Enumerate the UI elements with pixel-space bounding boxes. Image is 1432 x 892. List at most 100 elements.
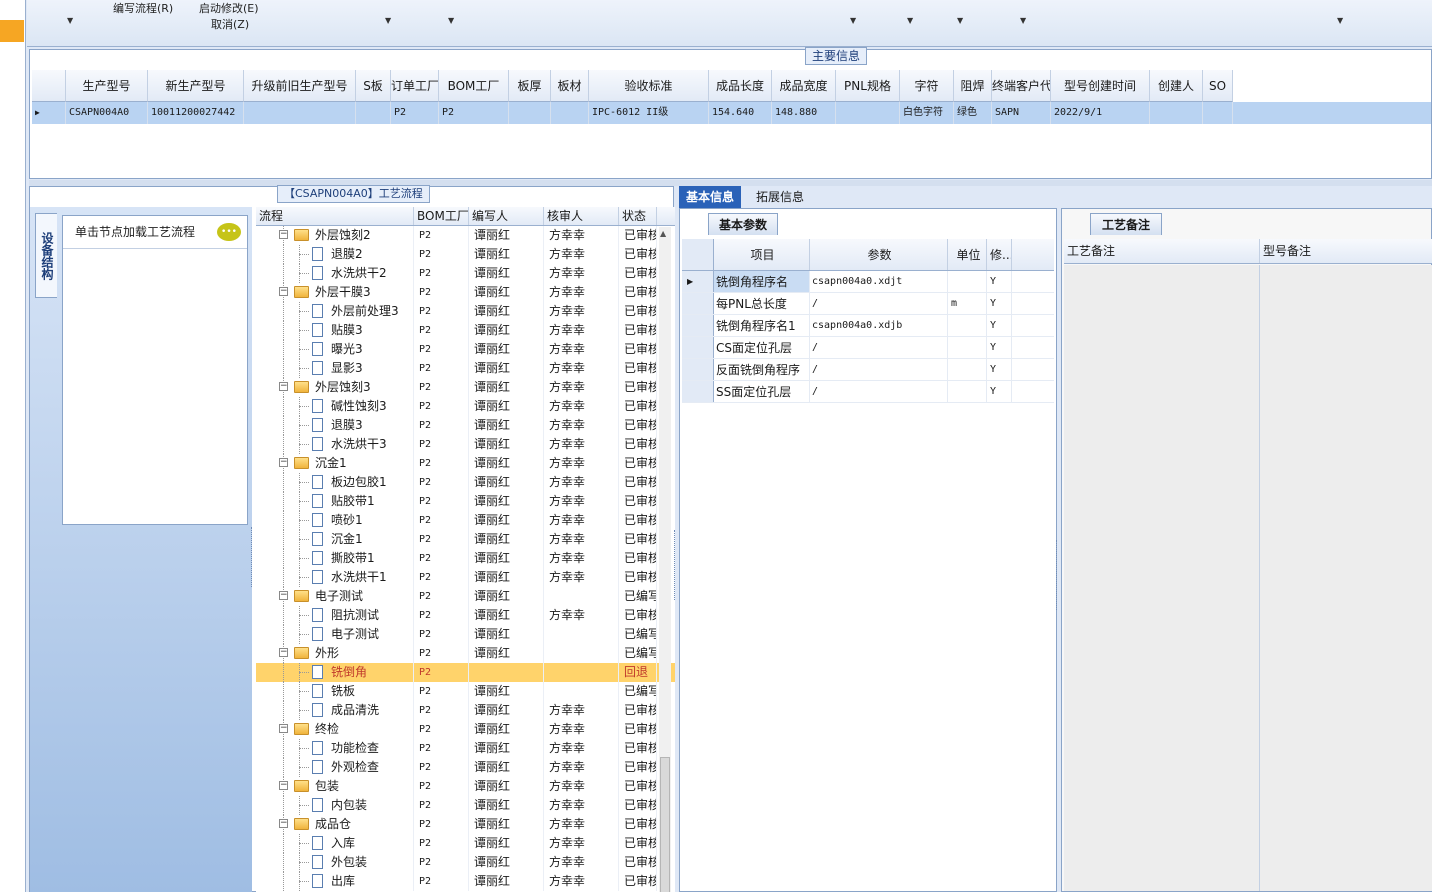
tree-col-header[interactable]: 状态	[619, 207, 657, 225]
start-modify-button[interactable]: 启动修改(E)	[199, 0, 259, 16]
main-col-header[interactable]: BOM工厂	[439, 70, 509, 102]
tree-row[interactable]: 显影3 P2 谭丽红 方幸幸 已审核	[256, 359, 675, 378]
param-unit-cell[interactable]	[948, 271, 987, 292]
main-data-cell[interactable]: CSAPN004A0	[66, 102, 148, 124]
main-data-cell[interactable]	[1203, 102, 1233, 124]
param-modify-cell[interactable]: Y	[987, 359, 1012, 380]
tree-row[interactable]: 功能检查 P2 谭丽红 方幸幸 已审核	[256, 739, 675, 758]
param-unit-cell[interactable]	[948, 359, 987, 380]
collapse-icon[interactable]: −	[279, 781, 288, 790]
main-col-header[interactable]: 字符	[900, 70, 954, 102]
tree-node[interactable]: 水洗烘干1	[256, 568, 414, 587]
splitter-grip[interactable]	[251, 527, 255, 587]
tree-node[interactable]: 外层前处理3	[256, 302, 414, 321]
scroll-thumb[interactable]	[660, 757, 670, 892]
collapse-icon[interactable]: −	[279, 230, 288, 239]
tree-row[interactable]: − 电子测试 P2 谭丽红 已编写	[256, 587, 675, 606]
row-indicator-icon[interactable]	[682, 315, 714, 336]
tree-row[interactable]: 贴膜3 P2 谭丽红 方幸幸 已审核	[256, 321, 675, 340]
tree-row[interactable]: − 沉金1 P2 谭丽红 方幸幸 已审核	[256, 454, 675, 473]
collapse-icon[interactable]: −	[279, 591, 288, 600]
model-notes-field[interactable]	[1260, 265, 1432, 891]
main-data-cell[interactable]	[551, 102, 589, 124]
scroll-up-icon[interactable]: ▲	[660, 229, 666, 238]
param-item-cell[interactable]: 每PNL总长度	[714, 293, 810, 314]
main-col-header[interactable]: 新生产型号	[148, 70, 244, 102]
main-col-header[interactable]: 阻焊	[954, 70, 992, 102]
col-param[interactable]: 参数	[810, 239, 948, 270]
param-modify-cell[interactable]: Y	[987, 271, 1012, 292]
main-col-header[interactable]: 板厚	[509, 70, 551, 102]
tree-row[interactable]: 外层前处理3 P2 谭丽红 方幸幸 已审核	[256, 302, 675, 321]
collapse-icon[interactable]: −	[279, 287, 288, 296]
row-indicator-icon[interactable]	[682, 293, 714, 314]
tree-row[interactable]: − 终检 P2 谭丽红 方幸幸 已审核	[256, 720, 675, 739]
tree-row[interactable]: 退膜2 P2 谭丽红 方幸幸 已审核	[256, 245, 675, 264]
param-unit-cell[interactable]	[948, 337, 987, 358]
param-item-cell[interactable]: 反面铣倒角程序	[714, 359, 810, 380]
dropdown-arrow-icon[interactable]: ▼	[448, 16, 454, 25]
tree-row[interactable]: 板边包胶1 P2 谭丽红 方幸幸 已审核	[256, 473, 675, 492]
tree-node[interactable]: 退膜2	[256, 245, 414, 264]
param-value-cell[interactable]: /	[810, 293, 948, 314]
tree-row[interactable]: 喷砂1 P2 谭丽红 方幸幸 已审核	[256, 511, 675, 530]
tree-row[interactable]: − 外层干膜3 P2 谭丽红 方幸幸 已审核	[256, 283, 675, 302]
row-indicator-icon[interactable]	[682, 359, 714, 380]
nav-active-marker[interactable]	[0, 20, 24, 42]
tree-node[interactable]: 电子测试	[256, 625, 414, 644]
collapse-icon[interactable]: −	[279, 648, 288, 657]
collapse-icon[interactable]: −	[279, 724, 288, 733]
tree-row[interactable]: 水洗烘干1 P2 谭丽红 方幸幸 已审核	[256, 568, 675, 587]
tree-node[interactable]: 喷砂1	[256, 511, 414, 530]
main-data-cell[interactable]: 10011200027442	[148, 102, 244, 124]
tree-row[interactable]: − 成品仓 P2 谭丽红 方幸幸 已审核	[256, 815, 675, 834]
tab-process-notes[interactable]: 工艺备注	[1090, 213, 1162, 235]
tree-col-header[interactable]: 编写人	[469, 207, 544, 225]
main-data-cell[interactable]	[356, 102, 391, 124]
param-value-cell[interactable]: /	[810, 337, 948, 358]
tree-node[interactable]: − 外形	[256, 644, 414, 663]
param-unit-cell[interactable]	[948, 315, 987, 336]
tree-node[interactable]: − 成品仓	[256, 815, 414, 834]
tree-node[interactable]: 铣板	[256, 682, 414, 701]
param-row[interactable]: 铣倒角程序名1 csapn004a0.xdjb Y	[682, 315, 1054, 337]
param-row[interactable]: SS面定位孔层 / Y	[682, 381, 1054, 403]
param-row[interactable]: 每PNL总长度 / m Y	[682, 293, 1054, 315]
tree-row[interactable]: 出库 P2 谭丽红 方幸幸 已审核	[256, 872, 675, 891]
main-col-header[interactable]: 成品长度	[709, 70, 772, 102]
tree-row[interactable]: 外包装 P2 谭丽红 方幸幸 已审核	[256, 853, 675, 872]
main-data-cell[interactable]: 148.880	[772, 102, 836, 124]
tree-node[interactable]: 显影3	[256, 359, 414, 378]
param-item-cell[interactable]: SS面定位孔层	[714, 381, 810, 402]
tree-row[interactable]: 内包装 P2 谭丽红 方幸幸 已审核	[256, 796, 675, 815]
main-data-cell[interactable]: 白色字符	[900, 102, 954, 124]
main-data-cell[interactable]: P2	[391, 102, 439, 124]
tree-node[interactable]: − 电子测试	[256, 587, 414, 606]
tree-node[interactable]: 碱性蚀刻3	[256, 397, 414, 416]
tree-row[interactable]: 撕胶带1 P2 谭丽红 方幸幸 已审核	[256, 549, 675, 568]
dropdown-arrow-icon[interactable]: ▼	[907, 16, 913, 25]
tree-node[interactable]: − 外层蚀刻2	[256, 226, 414, 245]
tree-row[interactable]: 电子测试 P2 谭丽红 已编写	[256, 625, 675, 644]
param-modify-cell[interactable]: Y	[987, 381, 1012, 402]
collapse-icon[interactable]: −	[279, 458, 288, 467]
tree-node[interactable]: − 终检	[256, 720, 414, 739]
tree-node[interactable]: 铣倒角	[256, 663, 414, 682]
row-indicator-icon[interactable]: ▶	[682, 271, 714, 292]
tree-node[interactable]: 沉金1	[256, 530, 414, 549]
main-col-header[interactable]: PNL规格	[836, 70, 900, 102]
tree-col-header[interactable]: 流程	[256, 207, 414, 225]
main-data-cell[interactable]	[836, 102, 900, 124]
main-info-data-row[interactable]: ▶ CSAPN004A0 10011200027442 P2 P2 IPC-6012 II…	[32, 102, 1431, 124]
tree-node[interactable]: 板边包胶1	[256, 473, 414, 492]
dropdown-arrow-icon[interactable]: ▼	[1337, 16, 1343, 25]
dropdown-arrow-icon[interactable]: ▼	[957, 16, 963, 25]
tree-row[interactable]: 曝光3 P2 谭丽红 方幸幸 已审核	[256, 340, 675, 359]
tab-extended-info[interactable]: 拓展信息	[749, 186, 811, 208]
tree-node[interactable]: 退膜3	[256, 416, 414, 435]
tree-row[interactable]: 入库 P2 谭丽红 方幸幸 已审核	[256, 834, 675, 853]
main-col-header[interactable]: 验收标准	[589, 70, 709, 102]
tree-node[interactable]: 水洗烘干2	[256, 264, 414, 283]
device-structure-tab[interactable]: 设备结构	[35, 213, 57, 298]
tree-row[interactable]: 贴胶带1 P2 谭丽红 方幸幸 已审核	[256, 492, 675, 511]
